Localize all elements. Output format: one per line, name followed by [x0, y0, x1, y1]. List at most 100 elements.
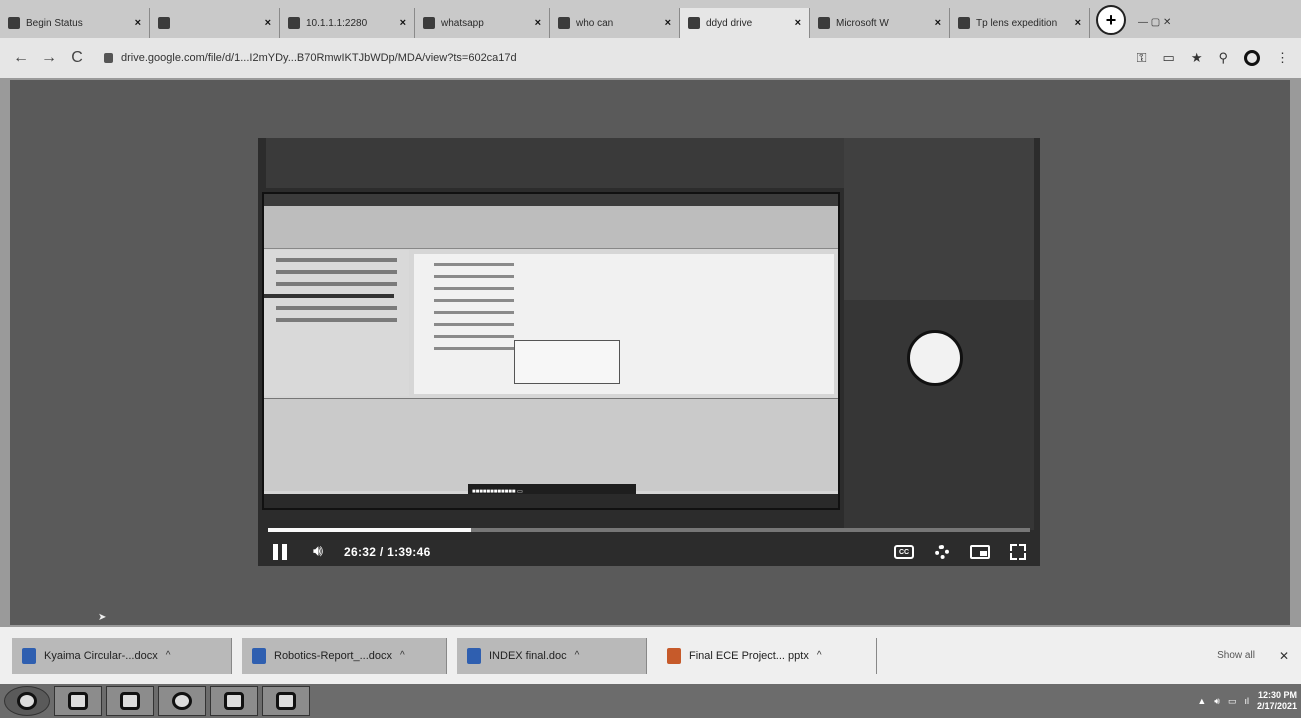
- menu-dots-icon[interactable]: ⋮: [1276, 50, 1289, 66]
- taskbar-app-file-explorer[interactable]: [54, 686, 102, 716]
- chevron-up-icon[interactable]: ^: [817, 650, 822, 661]
- taskbar-app-snipping[interactable]: [262, 686, 310, 716]
- new-tab-button[interactable]: +: [1096, 5, 1126, 35]
- chevron-up-icon[interactable]: ^: [575, 650, 580, 661]
- tab-title: Begin Status: [26, 17, 83, 29]
- reload-icon[interactable]: C: [68, 49, 86, 67]
- browser-tab-strip: Begin Status × × 10.1.1.1:2280 × whatsap…: [0, 0, 1301, 38]
- folder-icon: [68, 692, 88, 710]
- chevron-up-icon[interactable]: ^: [400, 650, 405, 661]
- browser-tab[interactable]: whatsapp ×: [415, 8, 550, 38]
- chrome-icon: [172, 692, 192, 710]
- system-clock[interactable]: 12:30 PM 2/17/2021: [1257, 690, 1297, 712]
- tab-close-icon[interactable]: ×: [535, 17, 541, 29]
- shared-screen-content: ■■■■■■■■■■■■ ▭: [262, 192, 840, 510]
- browser-tab[interactable]: Tp lens expedition ×: [950, 8, 1090, 38]
- clock-date: 2/17/2021: [1256, 701, 1297, 711]
- tab-title: Tp lens expedition: [976, 17, 1058, 29]
- browser-tab[interactable]: ×: [150, 8, 280, 38]
- tab-title: whatsapp: [441, 17, 484, 29]
- pause-icon: [273, 544, 287, 560]
- video-progress-fill: [268, 528, 471, 532]
- video-controls: 🔊︎ 26:32 / 1:39:46 CC: [268, 538, 1030, 566]
- extension-icon[interactable]: ⚲: [1218, 50, 1228, 66]
- word-document-icon: [22, 647, 36, 664]
- drive-video-viewer: ■■■■■■■■■■■■ ▭ 🔊︎ 26:32 / 1:39:46 CC ➤: [10, 80, 1290, 625]
- system-tray: ▲ 🔊︎ ▭ ıl 12:30 PM 2/17/2021: [1197, 690, 1297, 712]
- pause-button[interactable]: [268, 540, 292, 564]
- volume-button[interactable]: 🔊︎: [306, 540, 330, 564]
- time-display: 26:32 / 1:39:46: [344, 545, 431, 559]
- tab-close-icon[interactable]: ×: [400, 17, 406, 29]
- forward-arrow-icon[interactable]: →: [40, 49, 58, 67]
- avatar: [907, 330, 963, 386]
- shared-window-tree: [264, 250, 409, 396]
- tray-arrow-icon[interactable]: ▲: [1197, 696, 1206, 706]
- speaker-icon[interactable]: 🔊︎: [1214, 696, 1220, 707]
- download-filename: INDEX final.doc: [489, 649, 567, 662]
- browser-tab[interactable]: 10.1.1.1:2280 ×: [280, 8, 415, 38]
- download-item[interactable]: Robotics-Report_...docx ^: [242, 637, 447, 674]
- start-button[interactable]: [4, 686, 50, 716]
- cast-icon[interactable]: ▭: [1163, 50, 1175, 66]
- shared-window-titlebar: [264, 194, 838, 206]
- download-filename: Robotics-Report_...docx: [274, 649, 392, 662]
- tab-close-icon[interactable]: ×: [665, 17, 671, 29]
- captions-icon: CC: [894, 545, 914, 559]
- video-player[interactable]: ■■■■■■■■■■■■ ▭ 🔊︎ 26:32 / 1:39:46 CC: [258, 138, 1040, 566]
- fullscreen-button[interactable]: [1006, 540, 1030, 564]
- download-filename: Final ECE Project... pptx: [689, 649, 809, 662]
- video-progress-bar[interactable]: [268, 528, 1030, 532]
- tab-title: ddyd drive: [706, 17, 753, 29]
- url-text: drive.google.com/file/d/1...I2mYDy...B70…: [121, 52, 517, 64]
- tab-close-icon[interactable]: ×: [1075, 17, 1081, 29]
- tab-favicon-icon: [8, 17, 20, 29]
- browser-tab-active[interactable]: ddyd drive ×: [680, 8, 810, 38]
- url-input[interactable]: drive.google.com/file/d/1...I2mYDy...B70…: [96, 46, 1127, 70]
- word-document-icon: [252, 647, 266, 664]
- gmail-icon: [423, 17, 435, 29]
- close-icon[interactable]: ✕: [1279, 649, 1289, 663]
- theater-mode-button[interactable]: [968, 540, 992, 564]
- chevron-up-icon[interactable]: ^: [166, 650, 171, 661]
- settings-button[interactable]: [930, 540, 954, 564]
- captions-button[interactable]: CC: [892, 540, 916, 564]
- show-all-downloads-link[interactable]: Show all: [1217, 650, 1255, 661]
- profile-avatar[interactable]: [1244, 50, 1260, 66]
- taskbar-app-chrome[interactable]: [158, 686, 206, 716]
- key-icon[interactable]: ⚿: [1137, 50, 1147, 66]
- browser-tab[interactable]: Microsoft W ×: [810, 8, 950, 38]
- shared-window-output-pane: [264, 398, 838, 491]
- tab-close-icon[interactable]: ×: [935, 17, 941, 29]
- tab-favicon-icon: [818, 17, 830, 29]
- snipping-tool-icon: [276, 692, 296, 710]
- tab-close-icon[interactable]: ×: [135, 17, 141, 29]
- browser-tab[interactable]: who can ×: [550, 8, 680, 38]
- download-item[interactable]: Final ECE Project... pptx ^: [657, 637, 877, 674]
- fullscreen-icon: [1010, 544, 1026, 560]
- download-shelf: Kyaima Circular-...docx ^ Robotics-Repor…: [0, 627, 1301, 684]
- battery-icon[interactable]: ▭: [1228, 696, 1237, 707]
- download-item[interactable]: Kyaima Circular-...docx ^: [12, 637, 232, 674]
- tab-close-icon[interactable]: ×: [795, 17, 801, 29]
- lock-icon: [104, 53, 113, 63]
- shared-window-ribbon: [264, 206, 838, 249]
- browser-tab[interactable]: Begin Status ×: [0, 8, 150, 38]
- shared-window-main: [414, 254, 834, 394]
- download-item[interactable]: INDEX final.doc ^: [457, 637, 647, 674]
- tab-close-icon[interactable]: ×: [265, 17, 271, 29]
- window-controls[interactable]: — ▢ ✕: [1132, 17, 1177, 38]
- back-arrow-icon[interactable]: ←: [12, 49, 30, 67]
- word-document-icon: [467, 647, 481, 664]
- gear-icon: [935, 545, 949, 559]
- windows-taskbar: ▲ 🔊︎ ▭ ıl 12:30 PM 2/17/2021: [0, 684, 1301, 718]
- address-bar-row: ← → C drive.google.com/file/d/1...I2mYDy…: [0, 38, 1301, 78]
- network-icon[interactable]: ıl: [1244, 696, 1249, 706]
- shared-window-dialog: [514, 340, 620, 384]
- star-icon[interactable]: ★: [1191, 50, 1203, 66]
- powerpoint-icon: [667, 647, 681, 664]
- taskbar-app-package[interactable]: [106, 686, 154, 716]
- taskbar-app-word[interactable]: [210, 686, 258, 716]
- windows-logo-icon: [17, 692, 37, 710]
- volume-icon: 🔊︎: [312, 543, 324, 560]
